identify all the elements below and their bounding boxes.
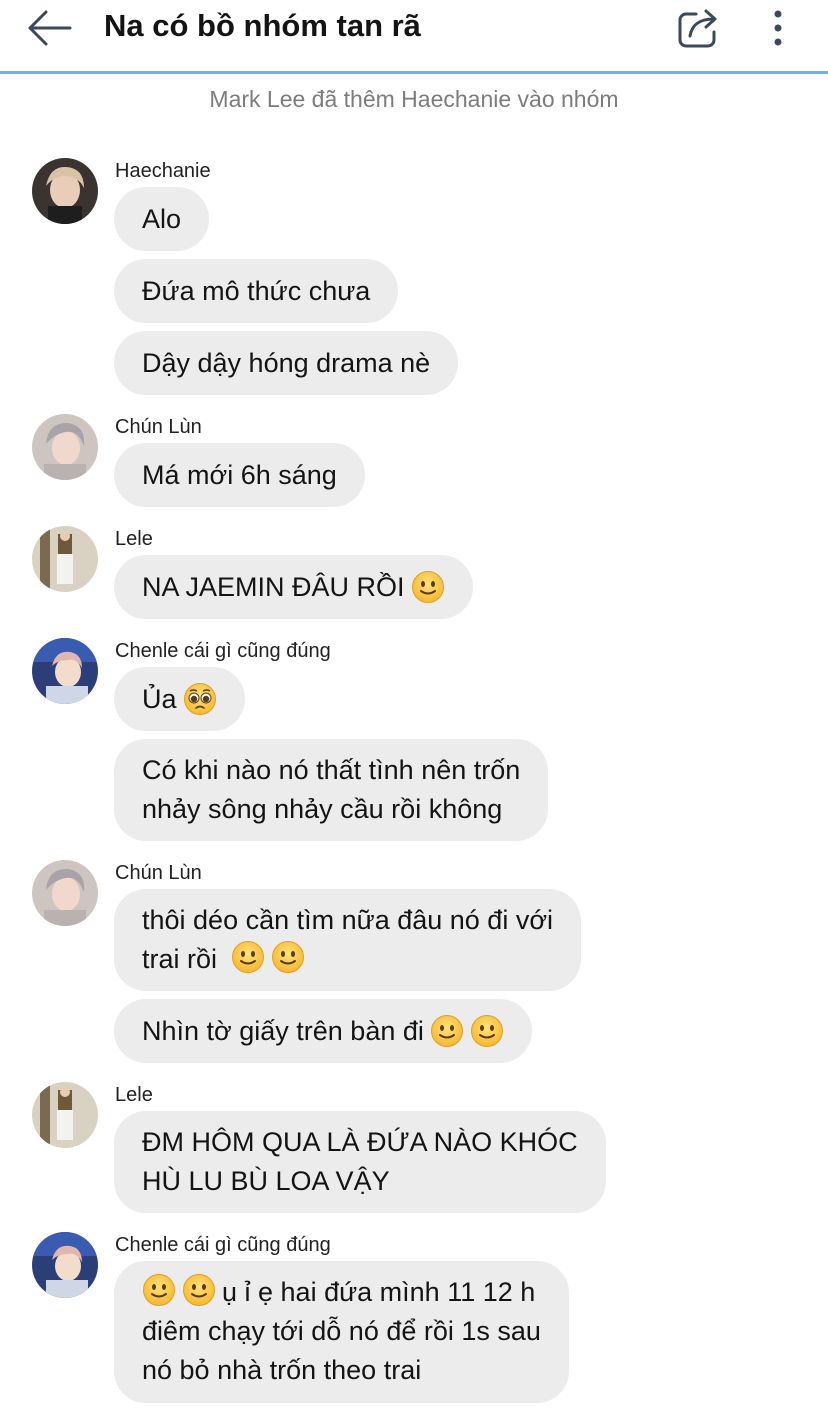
message-text-line: thôi déo cần tìm nữa đâu nó đi với	[142, 905, 554, 935]
slightly-smiling-face-icon	[231, 940, 265, 974]
message-bubble[interactable]: Ủa	[114, 667, 245, 731]
message-text-line: Có khi nào nó thất tình nên trốn	[142, 755, 521, 785]
sender-name: Lele	[115, 528, 153, 550]
slightly-smiling-face-icon	[142, 1273, 176, 1307]
sender-name: Chún Lùn	[115, 416, 202, 438]
chat-title: Na có bồ nhóm tan rã	[104, 8, 421, 43]
message-text-line: nhảy sông nhảy cầu rồi không	[142, 794, 503, 824]
pleading-face-icon	[183, 682, 217, 716]
avatar-chenle[interactable]	[32, 1232, 98, 1298]
more-options-button[interactable]	[760, 4, 796, 52]
header-divider	[0, 71, 828, 74]
sender-name: Haechanie	[115, 160, 211, 182]
message-bubble[interactable]: thôi déo cần tìm nữa đâu nó đi với trai …	[114, 889, 582, 991]
avatar-chenle[interactable]	[32, 638, 98, 704]
message-text: Dậy dậy hóng drama nè	[142, 347, 431, 378]
message-bubble[interactable]: Alo	[114, 187, 210, 251]
arrow-left-icon	[28, 10, 72, 46]
message-text: Alo	[142, 203, 182, 234]
message-bubble[interactable]: Dậy dậy hóng drama nè	[114, 331, 459, 395]
message-bubble[interactable]: Má mới 6h sáng	[114, 443, 365, 507]
message-bubble[interactable]: ĐM HÔM QUA LÀ ĐỨA NÀO KHÓC HÙ LU BÙ LOA …	[114, 1111, 606, 1213]
message-bubble[interactable]: Nhìn tờ giấy trên bàn đi	[114, 999, 532, 1063]
message-bubble[interactable]: Có khi nào nó thất tình nên trốn nhảy sô…	[114, 739, 549, 841]
message-text-line: nó bỏ nhà trốn theo trai	[142, 1355, 422, 1385]
message-text: NA JAEMIN ĐÂU RỒI	[142, 571, 405, 602]
message-text-line: ụ ỉ ẹ hai đứa mình 11 12 h	[222, 1277, 536, 1307]
slightly-smiling-face-icon	[271, 940, 305, 974]
chat-header: Na có bồ nhóm tan rã	[0, 0, 828, 74]
slightly-smiling-face-icon	[430, 1014, 464, 1048]
message-text: Ủa	[142, 683, 177, 714]
message-bubble[interactable]: NA JAEMIN ĐÂU RỒI	[114, 555, 473, 619]
avatar-chun-lun[interactable]	[32, 860, 98, 926]
sender-name: Lele	[115, 1084, 153, 1106]
slightly-smiling-face-icon	[182, 1273, 216, 1307]
message-text-line: HÙ LU BÙ LOA VẬY	[142, 1166, 390, 1196]
message-bubble[interactable]: ụ ỉ ẹ hai đứa mình 11 12 h điêm chạy tới…	[114, 1261, 569, 1403]
sender-name: Chenle cái gì cũng đúng	[115, 1234, 331, 1256]
back-button[interactable]	[24, 8, 76, 48]
sender-name: Chún Lùn	[115, 862, 202, 884]
slightly-smiling-face-icon	[470, 1014, 504, 1048]
sender-name: Chenle cái gì cũng đúng	[115, 640, 331, 662]
slightly-smiling-face-icon	[411, 570, 445, 604]
message-text-line: trai rồi	[142, 944, 218, 974]
message-bubble[interactable]: Đứa mô thức chưa	[114, 259, 399, 323]
avatar-lele[interactable]	[32, 526, 98, 592]
avatar-haechanie[interactable]	[32, 158, 98, 224]
message-text: Nhìn tờ giấy trên bàn đi	[142, 1015, 424, 1046]
share-button[interactable]	[674, 4, 722, 52]
message-text-line: điêm chạy tới dỗ nó để rồi 1s sau	[142, 1316, 541, 1346]
message-text: Đứa mô thức chưa	[142, 275, 371, 306]
message-text: Má mới 6h sáng	[142, 459, 337, 490]
more-vertical-icon	[774, 10, 782, 46]
avatar-lele[interactable]	[32, 1082, 98, 1148]
avatar-chun-lun[interactable]	[32, 414, 98, 480]
message-text-line: ĐM HÔM QUA LÀ ĐỨA NÀO KHÓC	[142, 1127, 578, 1157]
system-message: Mark Lee đã thêm Haechanie vào nhóm	[209, 86, 619, 112]
share-icon	[678, 9, 717, 48]
